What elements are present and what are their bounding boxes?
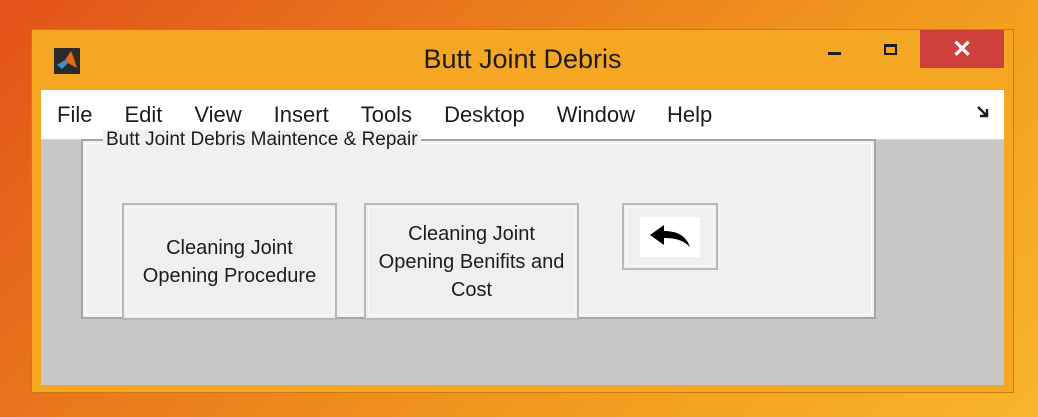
back-button[interactable] xyxy=(622,203,718,270)
menu-desktop[interactable]: Desktop xyxy=(428,102,541,128)
menu-view[interactable]: View xyxy=(178,102,257,128)
menu-file[interactable]: File xyxy=(41,102,108,128)
menu-edit[interactable]: Edit xyxy=(108,102,178,128)
maximize-icon xyxy=(883,43,897,55)
cleaning-procedure-label: Cleaning Joint Opening Procedure xyxy=(142,236,317,287)
maximize-button[interactable] xyxy=(866,30,914,68)
menu-help[interactable]: Help xyxy=(651,102,728,128)
dock-arrow-icon[interactable] xyxy=(976,105,990,119)
panel-title: Butt Joint Debris Maintence & Repair xyxy=(103,130,421,150)
benefits-cost-label: Cleaning Joint Opening Benifits and Cost xyxy=(378,222,565,301)
menu-tools[interactable]: Tools xyxy=(345,102,428,128)
cleaning-procedure-button[interactable]: Cleaning Joint Opening Procedure xyxy=(122,203,337,320)
minimize-button[interactable] xyxy=(810,30,858,68)
minimize-icon xyxy=(827,51,841,55)
close-button[interactable]: ✕ xyxy=(920,30,1004,68)
close-icon: ✕ xyxy=(951,35,973,63)
back-arrow-icon xyxy=(650,224,690,247)
figure-window: Butt Joint Debris ✕ File Edit View Inser… xyxy=(31,29,1014,393)
title-bar[interactable]: Butt Joint Debris ✕ xyxy=(32,30,1013,90)
benefits-cost-button[interactable]: Cleaning Joint Opening Benifits and Cost xyxy=(364,203,579,320)
maintenance-panel: Butt Joint Debris Maintence & Repair Cle… xyxy=(81,130,876,320)
menu-window[interactable]: Window xyxy=(541,102,651,128)
menu-insert[interactable]: Insert xyxy=(258,102,345,128)
